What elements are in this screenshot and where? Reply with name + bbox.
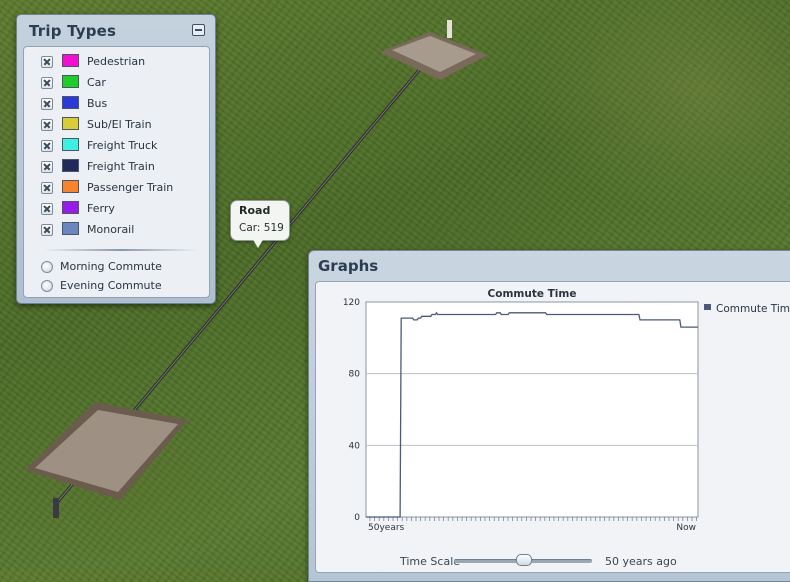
legend-label: Commute Time bbox=[716, 303, 790, 315]
trip-type-label: Pedestrian bbox=[87, 55, 146, 68]
y-tick-label: 120 bbox=[343, 298, 360, 308]
y-tick-label: 0 bbox=[354, 513, 360, 523]
checkbox[interactable] bbox=[41, 161, 53, 173]
collapse-icon[interactable] bbox=[192, 24, 205, 36]
color-swatch bbox=[62, 222, 79, 235]
commute-time-chart: Commute Time 0 40 80 120 50years Now Commute Ti… bbox=[343, 288, 790, 533]
trip-types-list: Pedestrian Car Bus Sub/El Train Freight Truc… bbox=[24, 53, 209, 242]
checkbox[interactable] bbox=[41, 77, 53, 89]
trip-type-item[interactable]: Monorail bbox=[24, 221, 209, 242]
color-swatch bbox=[62, 75, 79, 88]
radio-label: Evening Commute bbox=[60, 279, 162, 292]
trip-type-item[interactable]: Freight Truck bbox=[24, 137, 209, 158]
station-marker bbox=[53, 498, 59, 518]
checkbox[interactable] bbox=[41, 140, 53, 152]
trip-type-item[interactable]: Bus bbox=[24, 95, 209, 116]
legend-swatch bbox=[704, 304, 711, 310]
color-swatch bbox=[62, 96, 79, 109]
trip-type-label: Sub/El Train bbox=[87, 118, 152, 131]
color-swatch bbox=[62, 54, 79, 67]
trip-type-item[interactable]: Pedestrian bbox=[24, 53, 209, 74]
trip-type-item[interactable]: Freight Train bbox=[24, 158, 209, 179]
checkbox[interactable] bbox=[41, 224, 53, 236]
checkbox[interactable] bbox=[41, 98, 53, 110]
tooltip-pointer bbox=[252, 238, 264, 248]
radio-button[interactable] bbox=[41, 261, 53, 273]
y-tick-label: 40 bbox=[349, 441, 361, 451]
road-tooltip: Road Car: 519 bbox=[230, 200, 290, 241]
trip-type-item[interactable]: Passenger Train bbox=[24, 179, 209, 200]
graphs-title: Graphs bbox=[318, 257, 379, 275]
trip-types-list-container: Pedestrian Car Bus Sub/El Train Freight Truc… bbox=[23, 46, 210, 298]
trip-type-label: Ferry bbox=[87, 202, 115, 215]
trip-type-item[interactable]: Ferry bbox=[24, 200, 209, 221]
graphs-content: Commute Time 0 40 80 120 50years Now Commute Ti… bbox=[315, 281, 790, 573]
color-swatch bbox=[62, 138, 79, 151]
plot-area bbox=[365, 301, 699, 518]
color-swatch bbox=[62, 159, 79, 172]
chart-title: Commute Time bbox=[488, 288, 577, 300]
time-scale-slider-thumb[interactable] bbox=[516, 554, 532, 566]
y-tick-label: 80 bbox=[349, 370, 361, 380]
trip-types-panel: Trip Types Pedestrian Car Bus Sub/El Train F… bbox=[16, 14, 216, 304]
trip-type-label: Freight Truck bbox=[87, 139, 158, 152]
trip-type-label: Passenger Train bbox=[87, 181, 174, 194]
tooltip-title: Road bbox=[239, 204, 271, 217]
time-scale-label: Time Scale bbox=[400, 555, 461, 568]
divider bbox=[44, 249, 198, 251]
radio-label: Morning Commute bbox=[60, 260, 162, 273]
trip-type-label: Bus bbox=[87, 97, 108, 110]
color-swatch bbox=[62, 180, 79, 193]
checkbox[interactable] bbox=[41, 203, 53, 215]
trip-type-label: Freight Train bbox=[87, 160, 155, 173]
x-tick-label: Now bbox=[676, 523, 696, 533]
checkbox[interactable] bbox=[41, 119, 53, 131]
time-scale-value: 50 years ago bbox=[605, 555, 677, 568]
panel-title: Trip Types bbox=[29, 22, 117, 40]
trip-type-label: Monorail bbox=[87, 223, 135, 236]
trip-type-item[interactable]: Car bbox=[24, 74, 209, 95]
tooltip-value: Car: 519 bbox=[239, 222, 284, 234]
color-swatch bbox=[62, 117, 79, 130]
building-tower bbox=[447, 20, 452, 38]
evening-commute-option[interactable]: Evening Commute bbox=[24, 278, 209, 296]
graphs-panel: Graphs Commute Time 0 40 80 120 50years Now Com… bbox=[308, 250, 790, 582]
radio-button[interactable] bbox=[41, 280, 53, 292]
x-tick-label: 50years bbox=[368, 523, 405, 533]
trip-type-item[interactable]: Sub/El Train bbox=[24, 116, 209, 137]
color-swatch bbox=[62, 201, 79, 214]
trip-type-label: Car bbox=[87, 76, 106, 89]
checkbox[interactable] bbox=[41, 182, 53, 194]
checkbox[interactable] bbox=[41, 56, 53, 68]
morning-commute-option[interactable]: Morning Commute bbox=[24, 259, 209, 277]
